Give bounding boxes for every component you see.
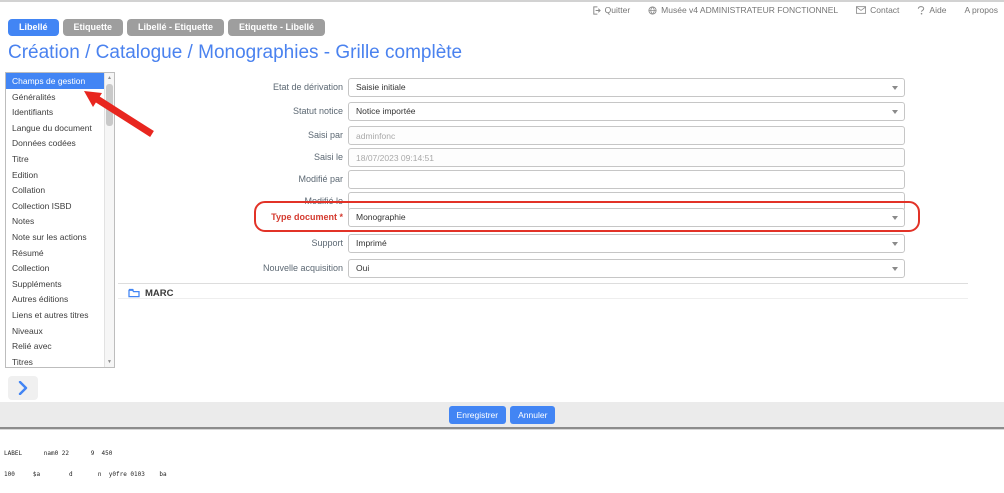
field-label: Saisi le xyxy=(0,148,343,167)
field-row-statut-notice: Statut notice Notice importée xyxy=(0,102,905,121)
sidebar-item-niveaux[interactable]: Niveaux xyxy=(6,323,104,339)
chevron-down-icon xyxy=(892,110,898,114)
marc-section-header[interactable]: MARC xyxy=(118,283,968,299)
contact-button[interactable]: Contact xyxy=(856,5,899,15)
help-icon xyxy=(917,6,925,15)
contact-label: Contact xyxy=(870,5,899,15)
application-window: Quitter Musée v4 ADMINISTRATEUR FONCTION… xyxy=(0,0,1004,493)
user-session-info[interactable]: Musée v4 ADMINISTRATEUR FONCTIONNEL xyxy=(648,5,838,15)
logout-icon xyxy=(592,6,601,15)
chevron-down-icon xyxy=(892,216,898,220)
field-row-type-document: Type document * Monographie xyxy=(0,208,905,227)
save-button[interactable]: Enregistrer xyxy=(449,406,507,424)
chevron-down-icon xyxy=(892,86,898,90)
envelope-icon xyxy=(856,6,866,14)
field-label: Modifié par xyxy=(0,170,343,189)
marc-record-dump: LABEL nam0 22 9 450 100 $a d n y0fre 010… xyxy=(4,435,391,493)
field-row-etat-de-derivation: Etat de dérivation Saisie initiale xyxy=(0,78,905,97)
tab-etiquette-libelle[interactable]: Etiquette - Libellé xyxy=(228,19,325,36)
chevron-down-icon xyxy=(892,267,898,271)
sidebar-item-supplements[interactable]: Suppléments xyxy=(6,276,104,292)
support-select[interactable]: Imprimé xyxy=(348,234,905,253)
user-session-label: Musée v4 ADMINISTRATEUR FONCTIONNEL xyxy=(661,5,838,15)
modifie-par-input[interactable] xyxy=(348,170,905,189)
field-row-support: Support Imprimé xyxy=(0,234,905,253)
globe-icon xyxy=(648,6,657,15)
chevron-down-icon xyxy=(892,242,898,246)
field-row-modifie-par: Modifié par xyxy=(0,170,905,189)
sidebar-expand-button[interactable] xyxy=(8,376,38,400)
sidebar-item-liens-et-autres-titres[interactable]: Liens et autres titres xyxy=(6,307,104,323)
statut-notice-select[interactable]: Notice importée xyxy=(348,102,905,121)
help-button[interactable]: Aide xyxy=(917,5,946,15)
field-label: Saisi par xyxy=(0,126,343,145)
saisi-le-input xyxy=(348,148,905,167)
field-label: Statut notice xyxy=(0,102,343,121)
nouvelle-acquisition-select[interactable]: Oui xyxy=(348,259,905,278)
scroll-down-icon[interactable]: ▼ xyxy=(105,359,114,365)
view-tabs: Libellé Etiquette Libellé - Etiquette Et… xyxy=(8,19,325,36)
marc-line: LABEL nam0 22 9 450 xyxy=(4,450,391,457)
field-row-saisi-le: Saisi le xyxy=(0,148,905,167)
sidebar-item-autres-editions[interactable]: Autres éditions xyxy=(6,291,104,307)
tab-etiquette[interactable]: Etiquette xyxy=(63,19,124,36)
help-label: Aide xyxy=(929,5,946,15)
quit-button[interactable]: Quitter xyxy=(592,5,631,15)
field-row-nouvelle-acquisition: Nouvelle acquisition Oui xyxy=(0,259,905,278)
etat-de-derivation-select[interactable]: Saisie initiale xyxy=(348,78,905,97)
about-button[interactable]: A propos xyxy=(964,5,998,15)
field-label: Support xyxy=(0,234,343,253)
field-label-required: Type document * xyxy=(0,208,343,227)
marc-line: 100 $a d n y0fre 0103 ba xyxy=(4,471,391,478)
field-label: Etat de dérivation xyxy=(0,78,343,97)
page-title: Création / Catalogue / Monographies - Gr… xyxy=(8,42,462,64)
folder-icon xyxy=(128,288,140,298)
about-label: A propos xyxy=(964,5,998,15)
tab-libelle[interactable]: Libellé xyxy=(8,19,59,36)
tab-libelle-etiquette[interactable]: Libellé - Etiquette xyxy=(127,19,224,36)
saisi-par-input xyxy=(348,126,905,145)
field-row-saisi-par: Saisi par xyxy=(0,126,905,145)
sidebar-item-relie-avec[interactable]: Relié avec xyxy=(6,338,104,354)
type-document-select[interactable]: Monographie xyxy=(348,208,905,227)
quit-label: Quitter xyxy=(605,5,631,15)
field-label: Nouvelle acquisition xyxy=(0,259,343,278)
chevron-right-icon xyxy=(18,381,28,395)
frame-divider xyxy=(0,427,1004,430)
footer-action-bar: Enregistrer Annuler xyxy=(0,402,1004,427)
top-header: Quitter Musée v4 ADMINISTRATEUR FONCTION… xyxy=(592,5,998,15)
marc-section-label: MARC xyxy=(145,288,174,299)
cancel-button[interactable]: Annuler xyxy=(510,406,555,424)
sidebar-item-titres[interactable]: Titres xyxy=(6,354,104,367)
